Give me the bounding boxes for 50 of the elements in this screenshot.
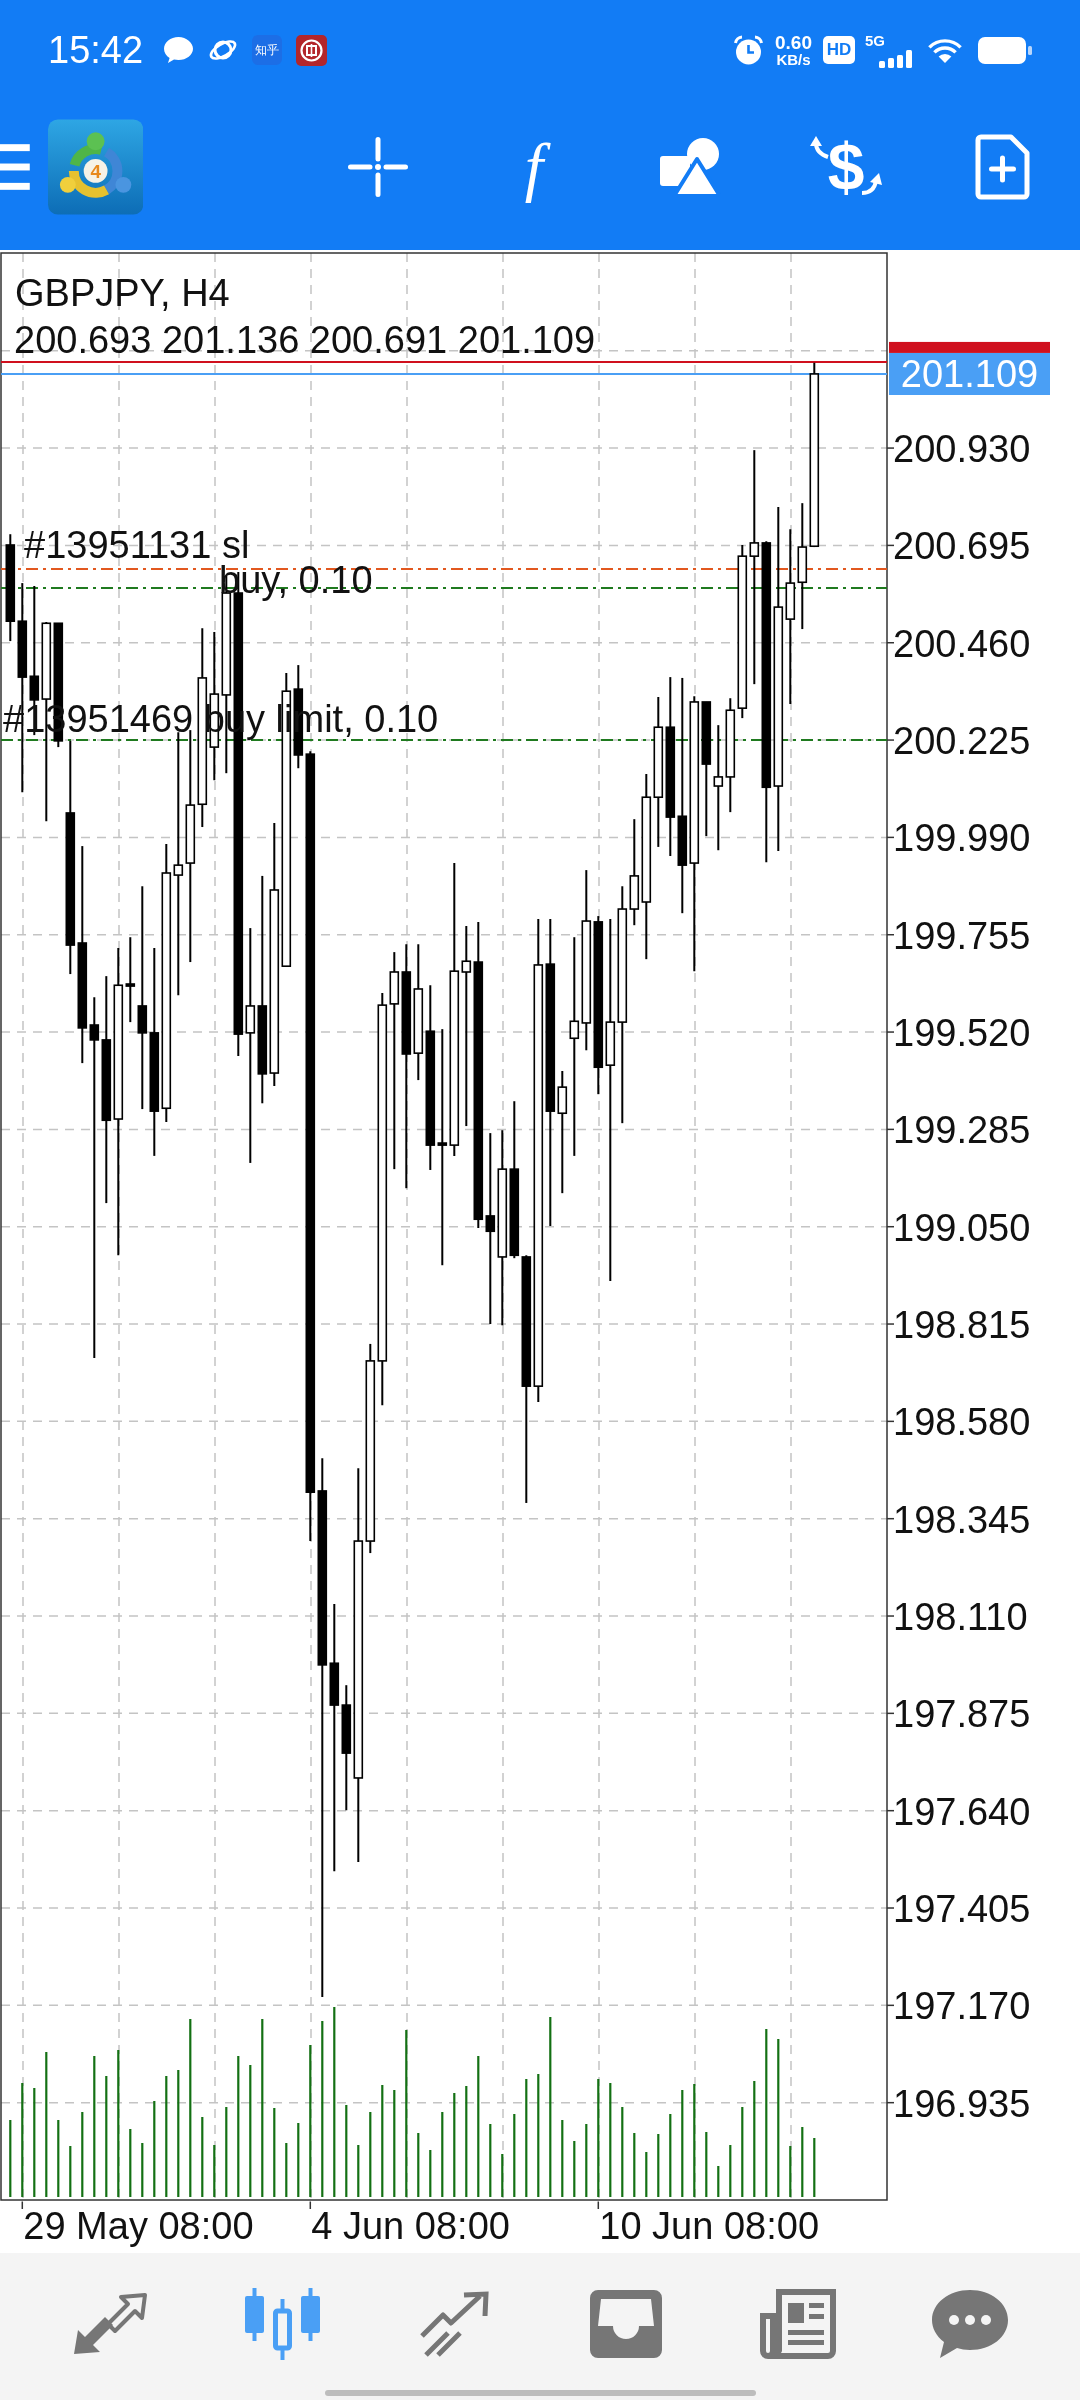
price-axis-label: 200.225 [893, 722, 1031, 761]
chat-bubble-icon[interactable] [932, 2289, 1008, 2359]
time-axis-label: 29 May 08:00 [23, 2207, 254, 2245]
coin-app-icon [296, 34, 328, 66]
price-axis-label: 199.755 [893, 916, 1031, 955]
function-button[interactable]: f [512, 130, 556, 204]
shapes-icon[interactable] [659, 137, 721, 197]
trend-arrow-icon[interactable] [418, 2290, 490, 2358]
price-axis-label: 198.815 [893, 1306, 1031, 1345]
diagonal-arrows-icon[interactable] [72, 2292, 148, 2356]
candlestick-icon[interactable] [244, 2288, 320, 2360]
chat-bubble-icon [163, 36, 195, 64]
inbox-tray-icon[interactable] [590, 2290, 662, 2358]
time-axis-label: 10 Jun 08:00 [599, 2207, 820, 2245]
price-axis-label: 199.285 [893, 1111, 1031, 1150]
battery-icon [978, 36, 1032, 64]
symbol-timeframe: GBPJPY, H4 [15, 274, 230, 312]
wifi-icon [926, 36, 964, 64]
menu-icon[interactable] [0, 144, 30, 190]
order-label: #13951131 sl [24, 529, 250, 561]
price-axis-label: 200.460 [893, 624, 1031, 663]
newspaper-icon[interactable] [760, 2289, 836, 2359]
dollar-arrows-button[interactable]: $ [808, 135, 884, 199]
price-axis-label: 199.050 [893, 1208, 1031, 1247]
price-axis-label: 196.935 [893, 2084, 1031, 2123]
price-axis-label: 200.695 [893, 527, 1031, 566]
ohlc-values: 200.693 201.136 200.691 201.109 [14, 321, 596, 359]
price-axis-label: 197.640 [893, 1792, 1031, 1831]
new-document-icon[interactable] [974, 134, 1030, 200]
price-axis-label: 197.170 [893, 1987, 1031, 2026]
app-icon: 知乎 [252, 35, 283, 65]
signal-icon [879, 49, 913, 68]
price-axis-label: 199.990 [893, 819, 1031, 858]
crosshair-icon[interactable] [348, 137, 408, 197]
price-axis-label: 199.520 [893, 1014, 1031, 1053]
price-axis-label: 198.345 [893, 1500, 1031, 1539]
time-axis-label: 4 Jun 08:00 [311, 2207, 510, 2245]
price-axis-label: 198.110 [893, 1598, 1028, 1636]
app-logo: 4 [47, 119, 143, 215]
price-axis-label: 200.930 [893, 430, 1031, 469]
speed-unit: KB/s [776, 51, 811, 67]
price-axis-label: 197.875 [893, 1695, 1031, 1734]
clock-time: 15:42 [48, 28, 144, 72]
price-axis-label: 197.405 [893, 1890, 1031, 1928]
hd-badge: HD [823, 36, 855, 64]
network-type: 5G [865, 32, 885, 48]
price-axis-label: 198.580 [893, 1403, 1031, 1442]
network-speed: 0.60 [775, 33, 812, 52]
bid-price-tag: 201.109 [889, 352, 1050, 395]
alarm-clock-icon [733, 34, 764, 66]
